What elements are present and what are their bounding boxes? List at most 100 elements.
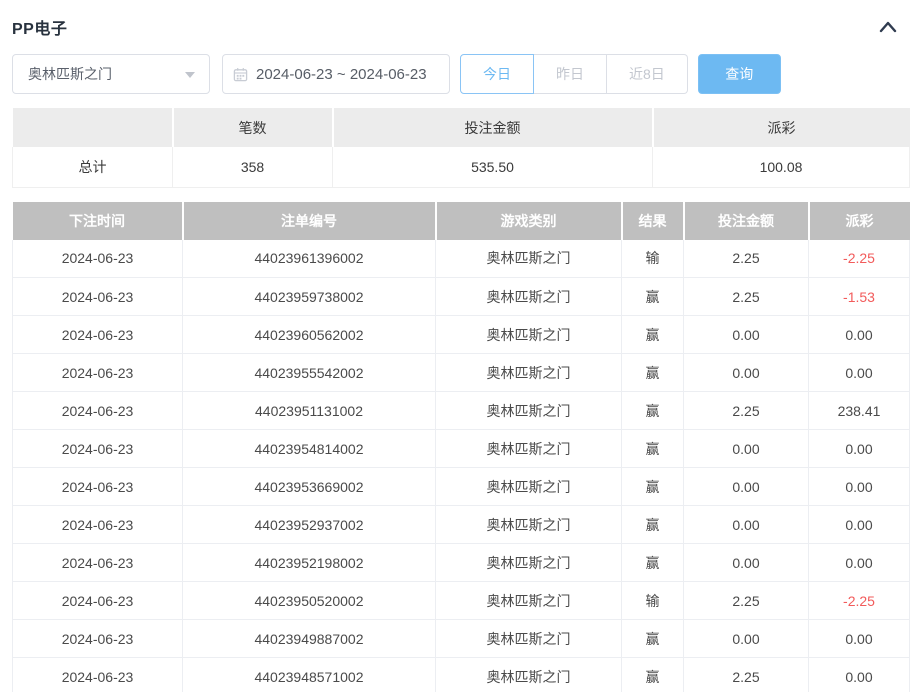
col-game-type: 游戏类别 bbox=[436, 202, 622, 240]
cell-bet-amount: 0.00 bbox=[684, 544, 809, 582]
cell-result: 赢 bbox=[622, 620, 684, 658]
cell-bet-id: 44023955542002 bbox=[183, 354, 436, 392]
cell-bet-time: 2024-06-23 bbox=[13, 354, 183, 392]
table-row: 2024-06-2344023960562002奥林匹斯之门赢0.000.00 bbox=[13, 316, 910, 354]
table-row: 2024-06-2344023961396002奥林匹斯之门输2.25-2.25 bbox=[13, 240, 910, 278]
col-bet-amount: 投注金额 bbox=[684, 202, 809, 240]
cell-bet-id: 44023949887002 bbox=[183, 620, 436, 658]
cell-result: 输 bbox=[622, 240, 684, 278]
cell-bet-time: 2024-06-23 bbox=[13, 430, 183, 468]
col-payout: 派彩 bbox=[809, 202, 910, 240]
cell-bet-id: 44023952198002 bbox=[183, 544, 436, 582]
summary-col-bet-amount: 投注金额 bbox=[333, 108, 653, 147]
summary-col-payout: 派彩 bbox=[653, 108, 910, 147]
cell-result: 赢 bbox=[622, 354, 684, 392]
summary-total-count: 358 bbox=[173, 147, 333, 187]
cell-bet-id: 44023950520002 bbox=[183, 582, 436, 620]
cell-bet-amount: 0.00 bbox=[684, 430, 809, 468]
cell-bet-time: 2024-06-23 bbox=[13, 392, 183, 430]
yesterday-button[interactable]: 昨日 bbox=[534, 54, 607, 94]
game-select-value: 奥林匹斯之门 bbox=[28, 64, 112, 84]
cell-game-type: 奥林匹斯之门 bbox=[436, 354, 622, 392]
table-row: 2024-06-2344023950520002奥林匹斯之门输2.25-2.25 bbox=[13, 582, 910, 620]
last-8-days-button[interactable]: 近8日 bbox=[607, 54, 688, 94]
table-row: 2024-06-2344023954814002奥林匹斯之门赢0.000.00 bbox=[13, 430, 910, 468]
cell-result: 赢 bbox=[622, 278, 684, 316]
cell-result: 赢 bbox=[622, 392, 684, 430]
cell-payout: 0.00 bbox=[809, 316, 910, 354]
cell-result: 赢 bbox=[622, 658, 684, 692]
table-row: 2024-06-2344023952198002奥林匹斯之门赢0.000.00 bbox=[13, 544, 910, 582]
caret-down-icon bbox=[185, 72, 195, 78]
cell-bet-amount: 2.25 bbox=[684, 240, 809, 278]
cell-bet-time: 2024-06-23 bbox=[13, 620, 183, 658]
cell-bet-time: 2024-06-23 bbox=[13, 582, 183, 620]
table-row: 2024-06-2344023952937002奥林匹斯之门赢0.000.00 bbox=[13, 506, 910, 544]
cell-game-type: 奥林匹斯之门 bbox=[436, 240, 622, 278]
col-result: 结果 bbox=[622, 202, 684, 240]
cell-bet-amount: 0.00 bbox=[684, 316, 809, 354]
cell-bet-id: 44023951131002 bbox=[183, 392, 436, 430]
search-button[interactable]: 查询 bbox=[698, 54, 781, 94]
cell-game-type: 奥林匹斯之门 bbox=[436, 430, 622, 468]
cell-game-type: 奥林匹斯之门 bbox=[436, 544, 622, 582]
table-row: 2024-06-2344023959738002奥林匹斯之门赢2.25-1.53 bbox=[13, 278, 910, 316]
cell-bet-id: 44023953669002 bbox=[183, 468, 436, 506]
records-header-row: 下注时间 注单编号 游戏类别 结果 投注金额 派彩 bbox=[13, 202, 910, 240]
table-row: 2024-06-2344023949887002奥林匹斯之门赢0.000.00 bbox=[13, 620, 910, 658]
cell-game-type: 奥林匹斯之门 bbox=[436, 582, 622, 620]
collapse-panel-button[interactable] bbox=[877, 16, 899, 38]
summary-total-bet-amount: 535.50 bbox=[333, 147, 653, 187]
date-range-value: 2024-06-23 ~ 2024-06-23 bbox=[256, 66, 427, 83]
cell-result: 赢 bbox=[622, 468, 684, 506]
cell-payout: 238.41 bbox=[809, 392, 910, 430]
cell-payout: 0.00 bbox=[809, 506, 910, 544]
today-button[interactable]: 今日 bbox=[460, 54, 534, 94]
quick-date-button-group: 今日 昨日 近8日 bbox=[460, 54, 688, 94]
summary-total-label: 总计 bbox=[13, 147, 173, 187]
cell-bet-time: 2024-06-23 bbox=[13, 316, 183, 354]
cell-bet-amount: 0.00 bbox=[684, 468, 809, 506]
cell-game-type: 奥林匹斯之门 bbox=[436, 278, 622, 316]
cell-bet-time: 2024-06-23 bbox=[13, 240, 183, 278]
cell-game-type: 奥林匹斯之门 bbox=[436, 506, 622, 544]
filter-bar: 奥林匹斯之门 2024-06-23 ~ 2024-06-23 bbox=[12, 54, 909, 94]
summary-col-count: 笔数 bbox=[173, 108, 333, 147]
cell-payout: -2.25 bbox=[809, 240, 910, 278]
summary-table: 笔数 投注金额 派彩 总计 358 535.50 100.08 bbox=[12, 108, 910, 188]
cell-bet-amount: 0.00 bbox=[684, 506, 809, 544]
panel-header: PP电子 bbox=[12, 0, 909, 46]
cell-game-type: 奥林匹斯之门 bbox=[436, 658, 622, 692]
date-range-input[interactable]: 2024-06-23 ~ 2024-06-23 bbox=[222, 54, 450, 94]
cell-result: 输 bbox=[622, 582, 684, 620]
cell-result: 赢 bbox=[622, 430, 684, 468]
cell-bet-amount: 0.00 bbox=[684, 354, 809, 392]
cell-payout: 0.00 bbox=[809, 468, 910, 506]
cell-payout: 0.00 bbox=[809, 354, 910, 392]
cell-bet-time: 2024-06-23 bbox=[13, 278, 183, 316]
panel-title: PP电子 bbox=[12, 15, 67, 39]
table-row: 2024-06-2344023955542002奥林匹斯之门赢0.000.00 bbox=[13, 354, 910, 392]
cell-bet-time: 2024-06-23 bbox=[13, 468, 183, 506]
cell-payout: -2.25 bbox=[809, 582, 910, 620]
cell-bet-time: 2024-06-23 bbox=[13, 658, 183, 692]
cell-game-type: 奥林匹斯之门 bbox=[436, 620, 622, 658]
chevron-up-icon bbox=[879, 21, 897, 33]
col-bet-time: 下注时间 bbox=[13, 202, 183, 240]
cell-game-type: 奥林匹斯之门 bbox=[436, 392, 622, 430]
cell-result: 赢 bbox=[622, 316, 684, 354]
cell-bet-amount: 2.25 bbox=[684, 278, 809, 316]
cell-game-type: 奥林匹斯之门 bbox=[436, 316, 622, 354]
cell-payout: 0.00 bbox=[809, 658, 910, 692]
cell-bet-id: 44023960562002 bbox=[183, 316, 436, 354]
cell-payout: -1.53 bbox=[809, 278, 910, 316]
table-row: 2024-06-2344023953669002奥林匹斯之门赢0.000.00 bbox=[13, 468, 910, 506]
cell-payout: 0.00 bbox=[809, 544, 910, 582]
summary-total-payout: 100.08 bbox=[653, 147, 910, 187]
game-select[interactable]: 奥林匹斯之门 bbox=[12, 54, 210, 94]
table-row: 2024-06-2344023948571002奥林匹斯之门赢2.250.00 bbox=[13, 658, 910, 692]
cell-bet-amount: 2.25 bbox=[684, 392, 809, 430]
betting-records-panel: PP电子 奥林匹斯之门 bbox=[0, 0, 911, 692]
cell-bet-amount: 2.25 bbox=[684, 658, 809, 692]
cell-payout: 0.00 bbox=[809, 620, 910, 658]
